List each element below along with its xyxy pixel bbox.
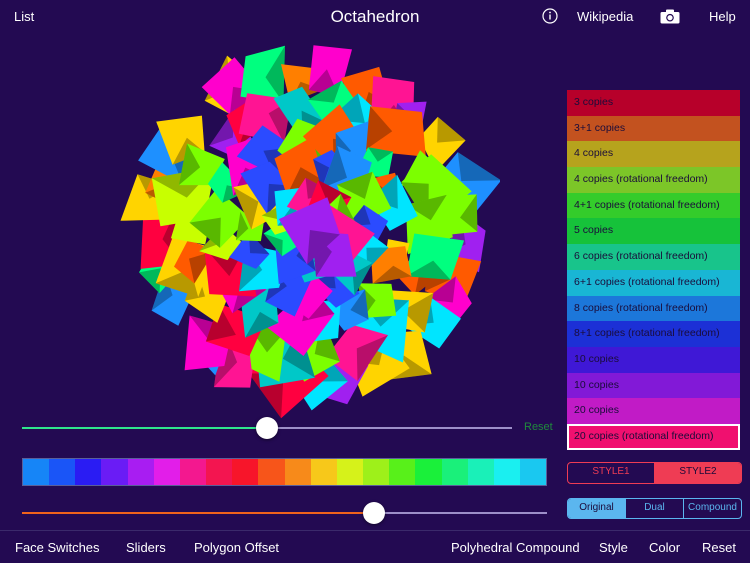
view_toggle-option[interactable]: Dual [625, 499, 683, 518]
compound-list-item[interactable]: 4+1 copies (rotational freedom) [567, 192, 740, 219]
compound-list-item[interactable]: 5 copies [567, 218, 740, 245]
reset-button[interactable]: Reset [702, 540, 736, 555]
color-swatch[interactable] [441, 459, 468, 485]
view_toggle-option[interactable]: Compound [683, 499, 741, 518]
info-circle-icon[interactable] [542, 8, 558, 24]
color-swatch[interactable] [310, 459, 337, 485]
color-swatch[interactable] [127, 459, 154, 485]
compound-list-item[interactable]: 6 copies (rotational freedom) [567, 244, 740, 270]
polyhedron-render [120, 45, 502, 419]
help-button[interactable]: Help [709, 9, 736, 24]
polygon-offset-button[interactable]: Polygon Offset [194, 540, 279, 555]
compound-list-item[interactable]: 4 copies (rotational freedom) [567, 167, 740, 193]
wikipedia-button[interactable]: Wikipedia [577, 9, 633, 24]
color-swatch[interactable] [415, 459, 442, 485]
color-swatch[interactable] [23, 459, 50, 485]
compound-list-item[interactable]: 8+1 copies (rotational freedom) [567, 321, 740, 347]
color-swatch[interactable] [101, 459, 128, 485]
color-swatch[interactable] [467, 459, 494, 485]
compound-list-item[interactable]: 4 copies [567, 141, 740, 168]
compound-list-item[interactable]: 10 copies [567, 372, 740, 399]
sliders-button[interactable]: Sliders [126, 540, 166, 555]
top-bar: List Octahedron Wikipedia Help [0, 0, 750, 34]
slider-knob[interactable] [256, 417, 278, 439]
top-slider[interactable] [22, 417, 512, 439]
compound-list-item[interactable]: 3 copies [567, 90, 740, 116]
view_toggle-option[interactable]: Original [568, 499, 625, 518]
page-title: Octahedron [330, 7, 420, 26]
color-swatch[interactable] [179, 459, 207, 485]
color-swatch[interactable] [232, 459, 259, 485]
face-switches-button[interactable]: Face Switches [15, 540, 100, 555]
color-swatch[interactable] [258, 459, 285, 485]
color-button[interactable]: Color [649, 540, 680, 555]
slider-reset-button[interactable]: Reset [524, 421, 553, 433]
style-toggle: STYLE1 STYLE2 [567, 462, 742, 484]
compound-list-item[interactable]: 20 copies [567, 398, 740, 424]
compound-list-item[interactable]: 6+1 copies (rotational freedom) [567, 269, 740, 296]
color-swatch[interactable] [153, 459, 180, 485]
slider-track-filled [22, 512, 374, 514]
color-swatch[interactable] [363, 459, 390, 485]
polyhedron-face-shade [437, 116, 466, 143]
bottom-slider[interactable] [22, 502, 547, 524]
view-toggle: Original Dual Compound [567, 498, 742, 519]
compound-list-item[interactable]: 20 copies (rotational freedom) [567, 423, 740, 450]
style_toggle-option[interactable]: STYLE1 [568, 463, 654, 483]
slider-track-empty [373, 512, 547, 514]
polyhedron-face-shade [457, 152, 502, 181]
polyhedron-view[interactable] [120, 40, 502, 420]
color-swatch[interactable] [389, 459, 416, 485]
color-swatch[interactable] [284, 459, 311, 485]
compound-list-item[interactable]: 10 copies [567, 346, 740, 373]
color-swatch[interactable] [49, 459, 76, 485]
color-palette [22, 458, 547, 486]
style-button[interactable]: Style [599, 540, 628, 555]
color-swatch[interactable] [206, 459, 233, 485]
color-swatch[interactable] [493, 459, 520, 485]
polyhedral-compound-button[interactable]: Polyhedral Compound [451, 540, 580, 555]
color-swatch[interactable] [336, 459, 364, 485]
style_toggle-option[interactable]: STYLE2 [654, 463, 741, 483]
slider-knob[interactable] [362, 502, 385, 524]
slider-track-filled [22, 427, 267, 429]
compound-list: 3 copies 3+1 copies 4 copies 4 copies (rota… [567, 90, 740, 450]
bottom-bar: Face Switches Sliders Polygon Offset Pol… [0, 530, 750, 563]
slider-track-empty [267, 427, 512, 429]
camera-icon[interactable] [660, 9, 680, 24]
color-swatch[interactable] [75, 459, 102, 485]
color-swatch[interactable] [519, 459, 547, 485]
compound-list-item[interactable]: 3+1 copies [567, 115, 740, 142]
compound-list-item[interactable]: 8 copies (rotational freedom) [567, 295, 740, 322]
